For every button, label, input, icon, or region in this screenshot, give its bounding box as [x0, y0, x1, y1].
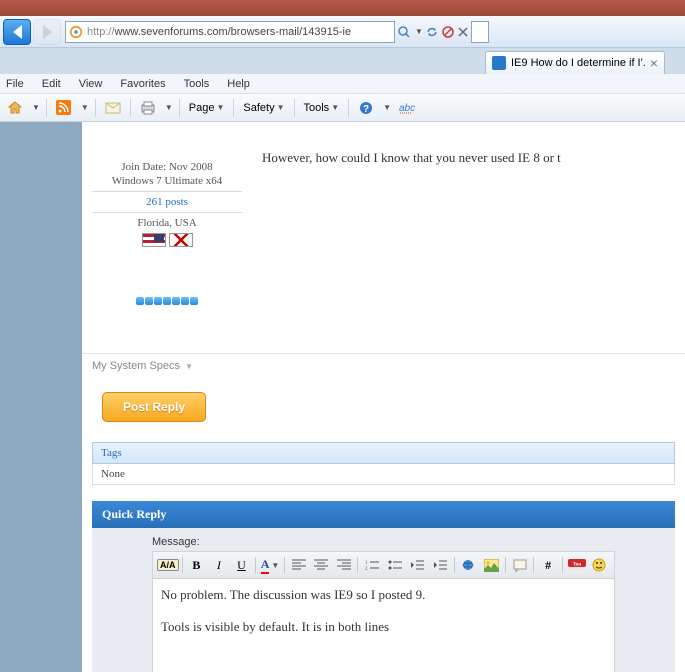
post-reply-button[interactable]: Post Reply [102, 392, 206, 422]
address-bar[interactable]: http://www.sevenforums.com/browsers-mail… [65, 21, 395, 43]
search-dropdown-icon[interactable] [397, 25, 411, 39]
spellcheck-icon[interactable]: abc [395, 97, 417, 119]
arrow-left-icon [13, 25, 22, 39]
user-os: Windows 7 Ultimate x64 [82, 174, 252, 188]
dropdown-icon[interactable]: ▼ [165, 103, 173, 112]
post-text: However, how could I know that you never… [262, 150, 685, 166]
dropdown-icon[interactable]: ▼ [81, 103, 89, 112]
post-body: However, how could I know that you never… [262, 122, 685, 176]
print-icon[interactable] [137, 97, 159, 119]
help-icon[interactable]: ? [355, 97, 377, 119]
align-left-icon[interactable] [288, 555, 310, 575]
page-margin [0, 122, 82, 672]
align-right-icon[interactable] [333, 555, 355, 575]
editor-toolbar: A/A B I U A▼ 12 [152, 551, 615, 579]
mail-icon[interactable] [102, 97, 124, 119]
close-icon[interactable] [457, 26, 469, 38]
cmd-safety[interactable]: Safety▼ [240, 102, 287, 114]
dropdown-icon[interactable]: ▼ [415, 27, 423, 36]
user-location: Florida, USA [82, 216, 252, 230]
browser-tab[interactable]: IE9 How do I determine if I'... × [485, 51, 665, 74]
user-info-block: Join Date: Nov 2008 Windows 7 Ultimate x… [82, 122, 252, 313]
align-center-icon[interactable] [310, 555, 332, 575]
tags-header: Tags [92, 442, 675, 464]
smiley-icon[interactable] [588, 555, 610, 575]
refresh-icon[interactable] [425, 25, 439, 39]
post-count[interactable]: 261 posts [82, 195, 252, 209]
arrow-right-icon [43, 25, 52, 39]
menu-favorites[interactable]: Favorites [120, 78, 165, 90]
unordered-list-icon[interactable] [384, 555, 406, 575]
back-button[interactable] [3, 19, 31, 45]
quick-reply-header: Quick Reply [92, 501, 675, 528]
bold-button[interactable]: B [186, 555, 208, 575]
rss-icon[interactable] [53, 97, 75, 119]
dropdown-icon[interactable]: ▼ [383, 103, 391, 112]
command-bar: ▼ ▼ ▼ Page▼ Safety▼ Tools▼ ? ▼ abc [0, 94, 685, 122]
ordered-list-icon[interactable]: 12 [361, 555, 383, 575]
stop-icon[interactable] [441, 25, 455, 39]
menu-view[interactable]: View [79, 78, 103, 90]
menu-edit[interactable]: Edit [42, 78, 61, 90]
svg-text:abc: abc [399, 103, 415, 114]
dropdown-icon[interactable]: ▼ [32, 103, 40, 112]
tab-close-icon[interactable]: × [650, 55, 658, 71]
tags-section: Tags None [92, 442, 675, 485]
link-icon[interactable] [458, 555, 480, 575]
page-content: Join Date: Nov 2008 Windows 7 Ultimate x… [82, 122, 685, 672]
italic-button[interactable]: I [208, 555, 230, 575]
menu-bar: File Edit View Favorites Tools Help [0, 74, 685, 94]
message-textarea[interactable] [152, 579, 615, 672]
indent-icon[interactable] [429, 555, 451, 575]
compass-icon [69, 25, 83, 39]
window-titlebar [0, 0, 685, 16]
svg-text:2: 2 [365, 567, 368, 571]
url-text: http://www.sevenforums.com/browsers-mail… [87, 26, 351, 38]
svg-text:1: 1 [365, 561, 368, 566]
reputation-bar [82, 297, 252, 305]
search-box[interactable] [471, 21, 489, 43]
outdent-icon[interactable] [407, 555, 429, 575]
image-icon[interactable] [480, 555, 502, 575]
flag-us-icon [142, 233, 166, 247]
tab-title: IE9 How do I determine if I'... [511, 57, 645, 69]
underline-button[interactable]: U [231, 555, 253, 575]
favicon [492, 56, 506, 70]
code-button[interactable]: # [537, 555, 559, 575]
menu-tools[interactable]: Tools [184, 78, 210, 90]
quick-reply-section: Quick Reply Message: A/A B I U A▼ 12 [92, 501, 675, 672]
quote-icon[interactable] [509, 555, 531, 575]
tab-strip: IE9 How do I determine if I'... × [0, 48, 685, 74]
flag-florida-icon [169, 233, 193, 247]
cmd-tools[interactable]: Tools▼ [301, 102, 343, 114]
font-color-button[interactable]: A▼ [259, 555, 281, 575]
nav-toolbar: http://www.sevenforums.com/browsers-mail… [0, 16, 685, 48]
system-specs-toggle[interactable]: My System Specs ▼ [82, 353, 685, 378]
message-label: Message: [152, 536, 615, 548]
menu-file[interactable]: File [6, 78, 24, 90]
menu-help[interactable]: Help [227, 78, 250, 90]
editor-switch-mode[interactable]: A/A [157, 555, 179, 575]
tags-body: None [92, 464, 675, 485]
svg-text:You: You [572, 563, 581, 568]
svg-text:?: ? [363, 104, 369, 115]
join-date: Join Date: Nov 2008 [82, 160, 252, 174]
cmd-page[interactable]: Page▼ [186, 102, 228, 114]
home-icon[interactable] [4, 97, 26, 119]
youtube-icon[interactable]: You [566, 555, 588, 575]
forward-button [33, 19, 61, 45]
